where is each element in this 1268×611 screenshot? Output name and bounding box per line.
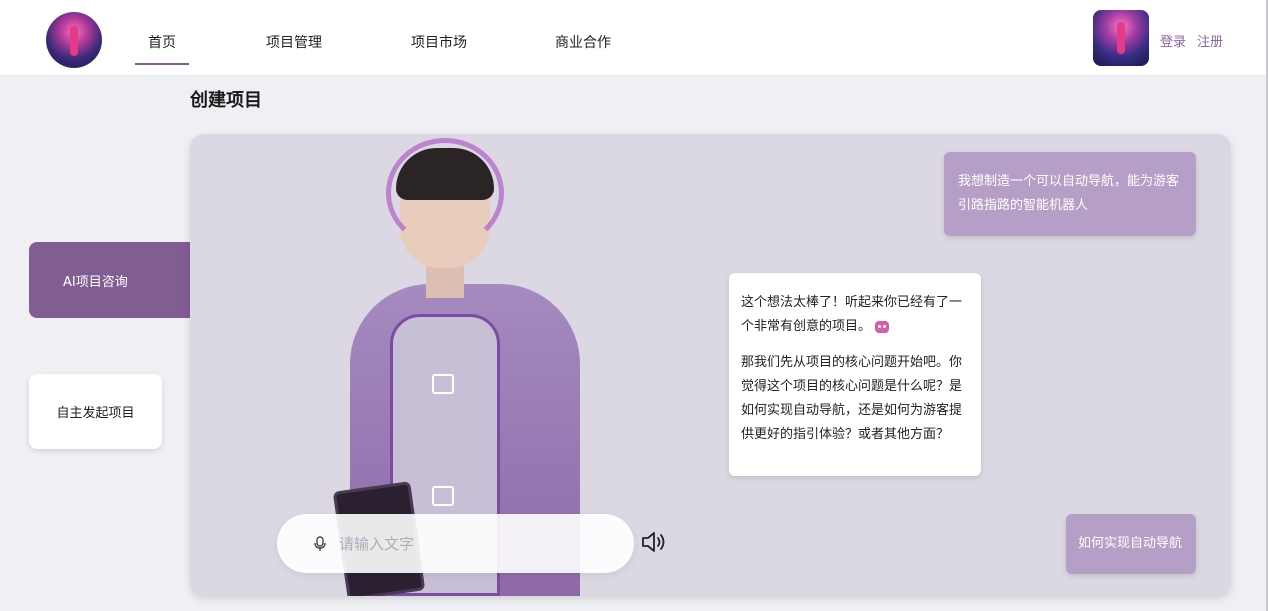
figure-badge-icon <box>432 486 454 506</box>
tab-self-start[interactable]: 自主发起项目 <box>29 374 162 449</box>
speaker-icon[interactable] <box>641 530 667 554</box>
login-link[interactable]: 登录 <box>1160 31 1186 50</box>
mic-icon[interactable] <box>313 536 327 552</box>
page-title: 创建项目 <box>190 90 262 111</box>
ai-message-paragraph: 那我们先从项目的核心问题开始吧。你觉得这个项目的核心问题是什么呢？是如何实现自动… <box>741 351 969 447</box>
user-message-bubble: 我想制造一个可以自动导航，能为游客引路指路的智能机器人 <box>944 152 1196 236</box>
figure-badge-icon <box>432 374 454 394</box>
ai-message-text: 那我们先从项目的核心问题开始吧。你觉得这个项目的核心问题是什么呢？是如何实现自动… <box>741 355 963 442</box>
ai-message-text: 这个想法太棒了！听起来你已经有了一个非常有创意的项目。 <box>741 295 963 334</box>
robot-emoji-icon <box>875 320 890 333</box>
nav-project-management[interactable]: 项目管理 <box>266 32 322 52</box>
user-message-text: 如何实现自动导航 <box>1078 536 1183 551</box>
ai-message-paragraph: 这个想法太棒了！听起来你已经有了一个非常有创意的项目。 <box>741 291 969 339</box>
tab-ai-consult[interactable]: AI项目咨询 <box>29 242 191 318</box>
site-logo[interactable] <box>46 12 102 68</box>
tab-self-start-label: 自主发起项目 <box>56 406 135 421</box>
user-message-bubble: 如何实现自动导航 <box>1066 514 1196 574</box>
tab-ai-consult-label: AI项目咨询 <box>63 274 128 290</box>
chat-text-input[interactable] <box>339 528 609 560</box>
user-message-text: 我想制造一个可以自动导航，能为游客引路指路的智能机器人 <box>958 174 1180 213</box>
user-avatar[interactable] <box>1093 10 1149 66</box>
register-link[interactable]: 注册 <box>1197 31 1223 50</box>
figure-headset <box>386 138 504 248</box>
nav-home[interactable]: 首页 <box>135 32 189 65</box>
nav-project-management-label: 项目管理 <box>266 35 322 51</box>
nav-business-cooperation-label: 商业合作 <box>555 35 611 51</box>
chat-input-container[interactable] <box>277 514 634 573</box>
chat-panel: 我想制造一个可以自动导航，能为游客引路指路的智能机器人 这个想法太棒了！听起来你… <box>190 134 1231 596</box>
nav-home-label: 首页 <box>148 35 176 51</box>
top-header: 首页 项目管理 项目市场 商业合作 登录 注册 <box>0 0 1268 76</box>
ai-message-bubble: 这个想法太棒了！听起来你已经有了一个非常有创意的项目。 那我们先从项目的核心问题… <box>729 273 981 476</box>
nav-business-cooperation[interactable]: 商业合作 <box>555 32 611 52</box>
nav-project-market[interactable]: 项目市场 <box>411 32 467 52</box>
nav-project-market-label: 项目市场 <box>411 35 467 51</box>
